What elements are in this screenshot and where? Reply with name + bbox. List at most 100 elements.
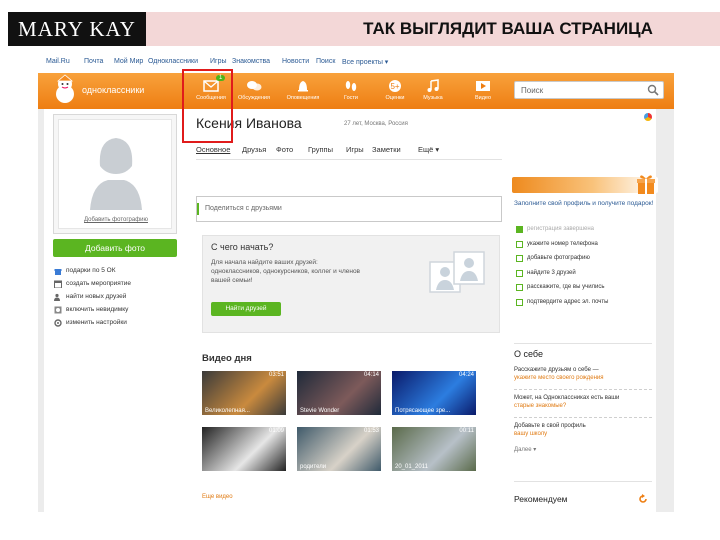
checkbox[interactable] (516, 269, 523, 277)
nav-music[interactable]: Музыка (410, 77, 456, 107)
nav-discussions[interactable]: Обсуждения (231, 77, 277, 107)
nav-notifications[interactable]: Оповещения (280, 77, 326, 107)
video-duration: 01:09 (268, 428, 284, 434)
about-title: О себе (514, 349, 543, 359)
nav-guests[interactable]: Гости (328, 77, 374, 107)
find-friends-button[interactable]: Найти друзей (211, 302, 281, 316)
video-thumbnail[interactable]: 00:11 20_01_2011 (392, 427, 476, 471)
brand-text: MARY KAY (18, 17, 136, 41)
left-menu-find-friends-label: найти новых друзей (66, 293, 127, 300)
topnav-search[interactable]: Поиск (316, 58, 335, 65)
tab-friends[interactable]: Друзья (242, 145, 266, 154)
video-section-title: Видео дня (202, 353, 252, 364)
tab-groups[interactable]: Группы (308, 145, 333, 154)
friends-photos-icon (429, 251, 485, 293)
checkbox[interactable] (516, 255, 523, 262)
check-label: подтвердите адрес эл. почты (527, 298, 609, 305)
left-menu-settings[interactable]: изменить настройки (53, 316, 177, 329)
svg-text:5+: 5+ (390, 82, 399, 91)
checkbox[interactable] (516, 298, 523, 306)
left-menu: подарки по 5 ОК создать мероприятие найт… (53, 264, 177, 329)
more-videos-link[interactable]: Еще видео (202, 494, 233, 500)
video-caption: 20_01_2011 (395, 464, 428, 470)
topnav-moimir[interactable]: Мой Мир (114, 58, 143, 65)
gift-box-icon (637, 175, 655, 194)
refresh-icon[interactable] (638, 494, 648, 504)
avatar[interactable]: Добавить фотографию (53, 114, 177, 234)
dashed-divider (514, 389, 652, 390)
video-duration: 01:53 (363, 428, 379, 434)
rating-5plus-icon: 5+ (389, 80, 401, 92)
video-duration: 03:51 (268, 372, 284, 378)
about-item-text: Добавьте в свой профиль (514, 423, 586, 429)
about-more-link[interactable]: Далее ▾ (514, 446, 654, 454)
topnav-mail[interactable]: Почта (84, 58, 103, 65)
main-content: Добавить фотографию Добавить фото подарк… (44, 109, 658, 512)
search-icon[interactable] (647, 84, 659, 96)
music-note-icon (427, 79, 439, 92)
nav-guests-label: Гости (343, 95, 358, 101)
people-icon (54, 293, 60, 301)
about-item-acquaintances: Может, на Одноклассниках есть ваши стары… (514, 394, 654, 410)
add-photo-button[interactable]: Добавить фото (53, 239, 177, 257)
check-school[interactable]: расскажите, где вы учились (516, 281, 656, 296)
left-menu-gifts[interactable]: подарки по 5 ОК (53, 264, 177, 277)
video-thumbnail[interactable]: 01:09 (202, 427, 286, 471)
video-duration: 00:11 (459, 428, 474, 434)
bell-icon (298, 81, 308, 92)
invisible-icon (54, 306, 62, 314)
getting-started-panel: С чего начать? Для начала найдите ваших … (202, 235, 500, 333)
slide-header: MARY KAY ТАК ВЫГЛЯДИТ ВАША СТРАНИЦА (0, 12, 720, 48)
video-thumbnail[interactable]: 04:14 Stevie Wonder (297, 371, 381, 415)
check-phone[interactable]: укажите номер телефона (516, 238, 656, 253)
nav-video[interactable]: Видео (460, 77, 506, 107)
chat-bubbles-icon (247, 81, 262, 91)
add-photo-link[interactable]: Добавить фотографию (59, 217, 173, 223)
video-caption: Великолепная... (205, 408, 250, 414)
tab-photos[interactable]: Фото (276, 145, 293, 154)
topnav-odnoklassniki[interactable]: Одноклассники (148, 58, 198, 65)
tab-more[interactable]: Ещё ▾ (418, 145, 439, 154)
share-input[interactable]: Поделиться с друзьями (196, 196, 502, 222)
topnav-games[interactable]: Игры (210, 58, 227, 65)
topnav-dating[interactable]: Знакомства (232, 58, 270, 65)
check-email[interactable]: подтвердите адрес эл. почты (516, 296, 656, 311)
video-thumbnail[interactable]: 03:51 Великолепная... (202, 371, 286, 415)
tab-games[interactable]: Игры (346, 145, 364, 154)
getting-started-title: С чего начать? (211, 242, 274, 252)
profile-tabs: Основное Друзья Фото Группы Игры Заметки… (196, 145, 506, 157)
left-menu-invisible[interactable]: включить невидимку (53, 303, 177, 316)
check-label: добавьте фотографию (527, 255, 590, 261)
topnav-news[interactable]: Новости (282, 58, 309, 65)
topnav-mailru[interactable]: Mail.Ru (46, 58, 70, 65)
about-item-link[interactable]: старые знакомые? (514, 403, 566, 409)
avatar-placeholder-icon (90, 138, 142, 210)
left-menu-find-friends[interactable]: найти новых друзей (53, 290, 177, 303)
dashed-divider (514, 417, 652, 418)
left-menu-event[interactable]: создать мероприятие (53, 277, 177, 290)
video-thumbnail[interactable]: 01:53 родители (297, 427, 381, 471)
about-item-link[interactable]: укажите место своего рождения (514, 375, 604, 381)
tab-notes[interactable]: Заметки (372, 145, 401, 154)
check-label: укажите номер телефона (527, 240, 598, 247)
topnav-all-projects[interactable]: Все проекты ▾ (342, 58, 388, 66)
profile-promo-text[interactable]: Заполните свой профиль и получите подаро… (514, 199, 654, 209)
check-photo[interactable]: добавьте фотографию (516, 252, 656, 267)
check-label: регистрация завершена (527, 226, 595, 232)
about-item-link[interactable]: вашу школу (514, 431, 547, 437)
checkbox[interactable] (516, 284, 523, 291)
checkbox[interactable] (516, 240, 523, 248)
check-label: расскажите, где вы учились (527, 284, 605, 290)
ok-mascot-icon (56, 74, 74, 103)
title-band: ТАК ВЫГЛЯДИТ ВАША СТРАНИЦА (146, 12, 720, 46)
search-input[interactable]: Поиск (514, 81, 664, 99)
share-accent (197, 203, 199, 215)
video-thumbnail[interactable]: 04:24 Потрясающее зре... (392, 371, 476, 415)
odnoklassniki-screenshot: Mail.Ru Почта Мой Мир Одноклассники Игры… (38, 52, 674, 512)
footprints-icon (345, 81, 357, 91)
tab-main[interactable]: Основное (196, 145, 230, 154)
site-logo-text[interactable]: одноклассники (82, 85, 144, 95)
left-menu-event-label: создать мероприятие (66, 280, 131, 287)
check-friends[interactable]: найдите 3 друзей (516, 267, 656, 282)
avatar-frame: Добавить фотографию (58, 119, 172, 229)
